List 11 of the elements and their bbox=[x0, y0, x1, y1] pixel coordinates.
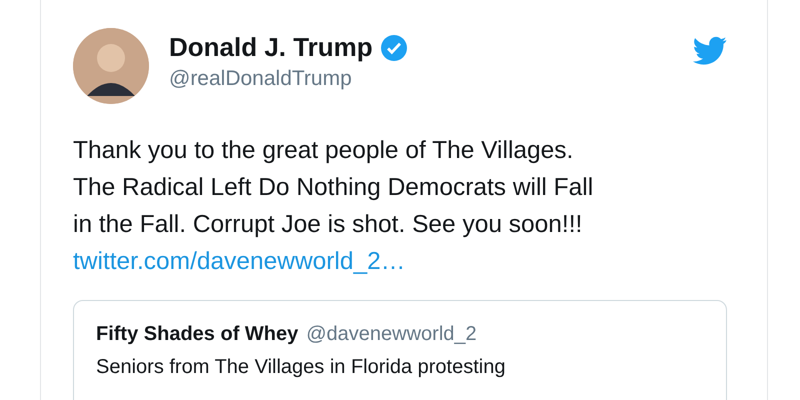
author-name[interactable]: Donald J. Trump bbox=[169, 32, 373, 63]
bird-icon[interactable] bbox=[693, 36, 727, 66]
tweet-text: Thank you to the great people of The Villages. bbox=[73, 136, 574, 166]
avatar[interactable] bbox=[73, 28, 149, 104]
quoted-author-name: Fifty Shades of Whey bbox=[96, 323, 298, 345]
author-handle[interactable]: @realDonaldTrump bbox=[169, 67, 352, 91]
quoted-tweet[interactable]: Fifty Shades of Whey @davenewworld_2 Seniors from The Villages in Florida protesting bbox=[73, 300, 727, 400]
quoted-author-handle: @davenewworld_2 bbox=[306, 323, 477, 345]
tweet-text: The Radical Left Do Nothing Democrats will Fall bbox=[73, 173, 594, 203]
quoted-tweet-text: Seniors from The Villages in Florida protesting bbox=[96, 356, 506, 379]
tweet-text: in the Fall. Corrupt Joe is shot. See you soon!!! bbox=[73, 210, 584, 240]
